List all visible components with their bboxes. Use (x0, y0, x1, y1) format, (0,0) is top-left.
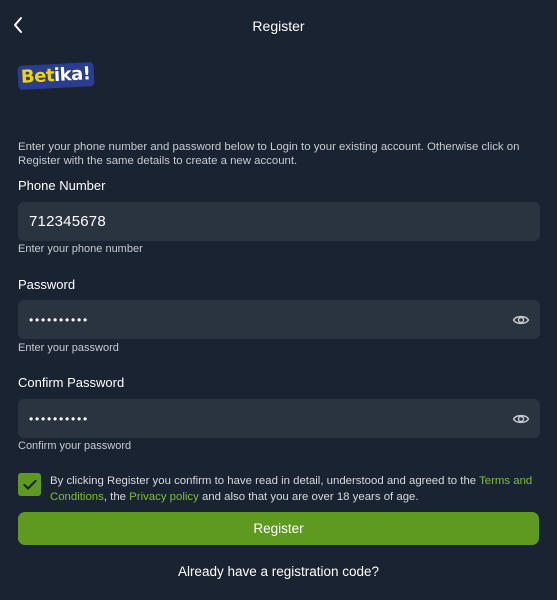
password-input-value[interactable]: •••••••••• (29, 313, 89, 327)
consent-text: By clicking Register you confirm to have… (50, 474, 542, 505)
confirm-password-field[interactable]: •••••••••• (18, 399, 540, 438)
phone-input-value[interactable]: 712345678 (29, 213, 106, 230)
phone-field[interactable]: 712345678 (18, 202, 540, 241)
register-button[interactable]: Register (18, 512, 539, 545)
page-title: Register (252, 18, 305, 34)
consent-text-2: , the (103, 490, 130, 503)
confirm-password-helper: Confirm your password (18, 440, 132, 452)
password-label: Password (18, 277, 76, 292)
password-helper: Enter your password (18, 342, 119, 354)
betika-logo: Betika! (17, 62, 95, 90)
logo-part-ika: ika! (53, 63, 92, 87)
phone-label: Phone Number (18, 178, 106, 193)
consent-text-1: By clicking Register you confirm to have… (50, 475, 480, 487)
eye-icon[interactable] (512, 410, 530, 428)
password-field[interactable]: •••••••••• (18, 300, 540, 339)
confirm-password-label: Confirm Password (18, 375, 125, 390)
privacy-link[interactable]: Privacy policy (129, 491, 199, 503)
registration-code-link[interactable]: Already have a registration code? (0, 564, 557, 579)
logo-part-bet: Bet (20, 65, 55, 88)
eye-icon[interactable] (512, 311, 530, 329)
intro-text: Enter your phone number and password bel… (18, 141, 520, 167)
checkmark-icon (22, 479, 37, 490)
consent-checkbox[interactable] (18, 473, 41, 496)
header: Register (0, 0, 557, 54)
confirm-password-input-value[interactable]: •••••••••• (29, 412, 89, 426)
consent-text-3: and also that you are over 18 years of a… (198, 490, 419, 503)
phone-helper: Enter your phone number (18, 243, 143, 255)
